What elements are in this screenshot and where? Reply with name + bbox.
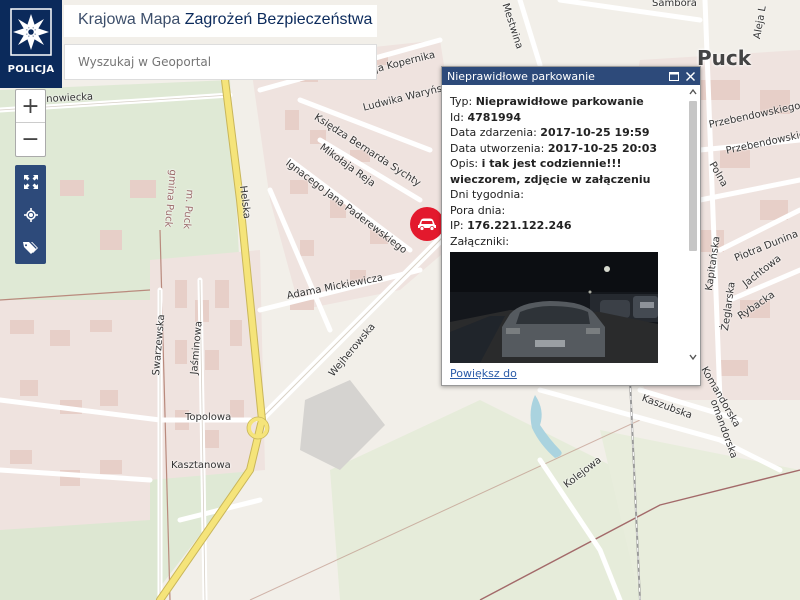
locate-button[interactable] [15, 198, 46, 231]
popup-body: Typ: Nieprawidłowe parkowanie Id: 478199… [442, 85, 700, 365]
tag-button[interactable] [15, 231, 46, 264]
popup-row-created-date: Data utworzenia: 2017-10-25 20:03 [450, 141, 658, 155]
zoom-control: + − [15, 89, 46, 157]
close-icon[interactable] [686, 71, 695, 81]
page-title-regular: Krajowa Mapa [78, 11, 185, 28]
search-box[interactable] [64, 44, 377, 80]
town-label: Puck [697, 46, 752, 70]
page-title: Krajowa Mapa Zagrożeń Bezpieczeństwa [64, 5, 377, 37]
search-input[interactable] [65, 45, 376, 79]
police-logo[interactable]: POLICJA [0, 0, 62, 88]
attachment-photo[interactable] [450, 252, 658, 363]
fullscreen-button[interactable] [15, 165, 46, 198]
popup-row-time-of-day: Pora dnia: [450, 203, 506, 217]
popup-row-ip: IP: 176.221.122.246 [450, 219, 572, 232]
maximize-icon[interactable] [669, 71, 679, 81]
zoom-out-button[interactable]: − [16, 123, 45, 156]
zoom-in-button[interactable]: + [16, 90, 45, 123]
popup-row-id: Id: 4781994 [450, 110, 522, 124]
page-title-bold: Zagrożeń Bezpieczeństwa [184, 11, 373, 28]
police-star-icon [10, 8, 52, 56]
fullscreen-icon [23, 174, 38, 189]
logo-text: POLICJA [7, 64, 55, 75]
popup-title: Nieprawidłowe parkowanie [447, 69, 595, 83]
popup-scrollbar[interactable] [688, 87, 698, 362]
scroll-down-icon[interactable] [688, 352, 698, 362]
map-tools [15, 165, 46, 264]
locate-icon [23, 207, 38, 222]
popup-row-weekdays: Dni tygodnia: [450, 188, 524, 201]
tag-icon [23, 241, 38, 254]
zoom-to-link[interactable]: Powiększ do [450, 367, 517, 380]
popup-row-description: Opis: i tak jest codziennie!!! wieczorem… [450, 157, 651, 186]
popup-header: Nieprawidłowe parkowanie [442, 67, 700, 85]
popup-row-event-date: Data zdarzenia: 2017-10-25 19:59 [450, 126, 650, 139]
car-icon [418, 218, 436, 231]
popup-row-attachments: Załączniki: [450, 234, 510, 248]
street-label: Topolowa [185, 412, 232, 423]
scroll-thumb[interactable] [689, 101, 697, 251]
popup-row-type: Typ: Nieprawidłowe parkowanie [450, 95, 644, 108]
incident-marker[interactable] [410, 207, 444, 241]
scroll-up-icon[interactable] [688, 87, 698, 97]
street-label: Kasztanowa [171, 460, 231, 471]
street-label: Sambora [652, 0, 697, 9]
incident-popup: Nieprawidłowe parkowanie Typ: Nieprawidł… [441, 66, 701, 386]
